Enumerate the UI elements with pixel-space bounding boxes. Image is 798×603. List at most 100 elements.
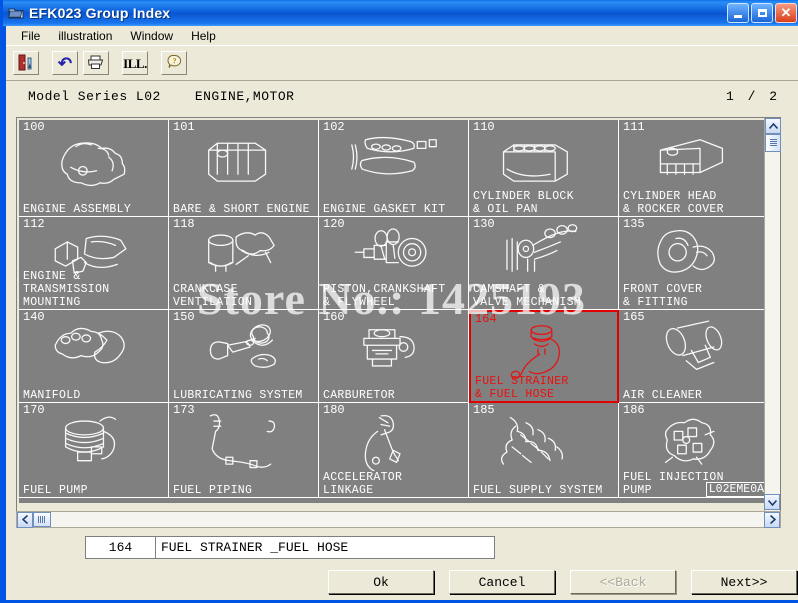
maximize-icon [757,9,767,17]
scroll-up-button[interactable] [765,118,781,134]
minimize-button[interactable] [727,3,749,23]
grid-cell-120[interactable]: 120 PISTON,CRANKSHAFT & FLYWHEEL [319,217,469,310]
next-button[interactable]: Next>> [691,570,797,594]
toolbar: ↶ ILL. ? [6,45,798,81]
print-button[interactable] [82,50,110,76]
cell-label: FUEL PIPING [173,484,253,497]
grid-cell-130[interactable]: 130 CAMSHAFT & VALVE MECHANISM [469,217,619,310]
grid-cell-110[interactable]: 110 CYLINDER BLOCK & OIL PAN [469,120,619,217]
back-button: <<Back [570,570,676,594]
vertical-scroll-thumb[interactable] [765,134,781,152]
fuel-strainer-art [489,318,599,380]
grid-cell-170[interactable]: 170 FUEL PUMP [19,403,169,498]
cell-label: CYLINDER BLOCK & OIL PAN [473,190,574,216]
accelerator-linkage-art [339,409,449,472]
cell-label: FUEL STRAINER & FUEL HOSE [475,375,569,401]
grid-cell-112[interactable]: 112 ENGINE & TRANSMISSION MOUNTING [19,217,169,310]
menu-file[interactable]: File [12,27,49,45]
horizontal-scrollbar[interactable] [16,511,781,528]
exit-button[interactable] [12,50,40,76]
undo-button[interactable]: ↶ [51,50,79,76]
group-description-label: ENGINE,MOTOR [194,88,295,104]
cancel-button[interactable]: Cancel [449,570,555,594]
scroll-grip-icon [769,139,777,147]
menu-help[interactable]: Help [182,27,225,45]
folder-icon [8,6,24,20]
grid-cell-118[interactable]: 118 CRANKCASE VENTILATION [169,217,319,310]
gasket-kit-art [339,126,449,188]
bare-short-engine-art [189,126,299,188]
description-input[interactable]: FUEL STRAINER _FUEL HOSE [155,536,495,559]
close-icon: ✕ [780,5,792,20]
menu-bar: File illustration Window Help [6,26,798,45]
chevron-up-icon [768,122,778,129]
grid-cell-101[interactable]: 101 BARE & SHORT ENGINE [169,120,319,217]
page-indicator: 1 / 2 [725,88,780,104]
index-header: Model Series L02 ENGINE,MOTOR 1 / 2 [6,81,798,111]
model-series-label: Model Series L02 [28,88,161,104]
fuel-piping-art [189,409,299,471]
crankcase-vent-art [189,223,299,285]
cell-label: AIR CLEANER [623,389,703,402]
piston-crankshaft-art [339,223,449,285]
ok-button[interactable]: Ok [328,570,434,594]
grid-cell-180[interactable]: 180 ACCELERATOR LINKAGE [319,403,469,498]
close-button[interactable]: ✕ [775,3,797,23]
cell-label: ENGINE ASSEMBLY [23,203,132,216]
grid-cell-100[interactable]: 100 ENGINE ASSEMBLY [19,120,169,217]
scroll-grip-icon [38,516,46,523]
cell-label: PISTON,CRANKSHAFT & FLYWHEEL [323,283,446,309]
grid-viewport: 100 ENGINE ASSEMBLY 101 BARE & SHORT ENGINE… [19,120,764,503]
grid-cell-160[interactable]: 160 CARBURETOR [319,310,469,403]
cell-label: ENGINE GASKET KIT [323,203,446,216]
group-grid: 100 ENGINE ASSEMBLY 101 BARE & SHORT ENGINE… [19,120,764,503]
menu-illustration[interactable]: illustration [49,27,121,45]
action-buttons: Ok Cancel <<Back Next>> [328,570,797,594]
window-title: EFK023 Group Index [29,5,171,21]
cell-label: CAMSHAFT & VALVE MECHANISM [473,283,582,309]
group-grid-panel: 100 ENGINE ASSEMBLY 101 BARE & SHORT ENGINE… [16,117,781,521]
application-window: EFK023 Group Index ✕ File illustration W… [0,0,798,603]
print-icon [87,55,105,72]
carburetor-art [339,316,449,378]
illustration-icon: ILL. [123,55,147,71]
illustration-button[interactable]: ILL. [121,50,149,76]
title-bar: EFK023 Group Index ✕ [3,0,798,26]
exit-door-icon [18,54,35,73]
scroll-down-button[interactable] [764,494,780,510]
grid-cell-173[interactable]: 173 FUEL PIPING [169,403,319,498]
air-cleaner-art [639,316,749,378]
undo-icon: ↶ [57,53,73,73]
grid-cell-165[interactable]: 165 AIR CLEANER [619,310,764,403]
illustration-code-tag: L02EME0A [705,482,764,497]
code-input[interactable]: 164 [85,536,155,559]
cell-label: ENGINE & TRANSMISSION MOUNTING [23,270,110,309]
help-button[interactable]: ? [160,50,188,76]
grid-cell-185[interactable]: 185 FUEL SUPPLY SYSTEM [469,403,619,498]
grid-cell-140[interactable]: 140 MANIFOLD [19,310,169,403]
cell-label: CYLINDER HEAD & ROCKER COVER [623,190,724,216]
grid-cell-164[interactable]: 164 FUEL STRAINER & FUEL HOSE [469,310,619,403]
engine-assembly-art [39,126,149,188]
scroll-left-button[interactable] [17,511,33,528]
maximize-button[interactable] [751,3,773,23]
grid-cell-111[interactable]: 111 CYLINDER HEAD & ROCKER COVER [619,120,764,217]
svg-text:?: ? [172,57,176,66]
horizontal-scroll-thumb[interactable] [33,512,51,527]
help-question-icon: ? [166,54,183,72]
camshaft-art [489,223,599,285]
grid-cell-135[interactable]: 135 FRONT COVER & FITTING [619,217,764,310]
fuel-pump-art [39,409,149,471]
cell-label: FUEL SUPPLY SYSTEM [473,484,603,497]
menu-window[interactable]: Window [121,27,182,45]
vertical-scrollbar[interactable] [764,118,781,518]
scroll-right-button[interactable] [764,511,780,528]
chevron-down-icon [767,499,777,506]
cell-label: FUEL PUMP [23,484,88,497]
grid-cell-186[interactable]: 186 FUEL INJECTION PUMP L02EME0A [619,403,764,498]
grid-cell-102[interactable]: 102 ENGINE GASKET KIT [319,120,469,217]
cell-label: ACCELERATOR LINKAGE [323,471,403,497]
fuel-injection-pump-art [639,409,749,471]
chevron-right-icon [769,515,776,524]
grid-cell-150[interactable]: 150 LUBRICATING SYSTEM [169,310,319,403]
